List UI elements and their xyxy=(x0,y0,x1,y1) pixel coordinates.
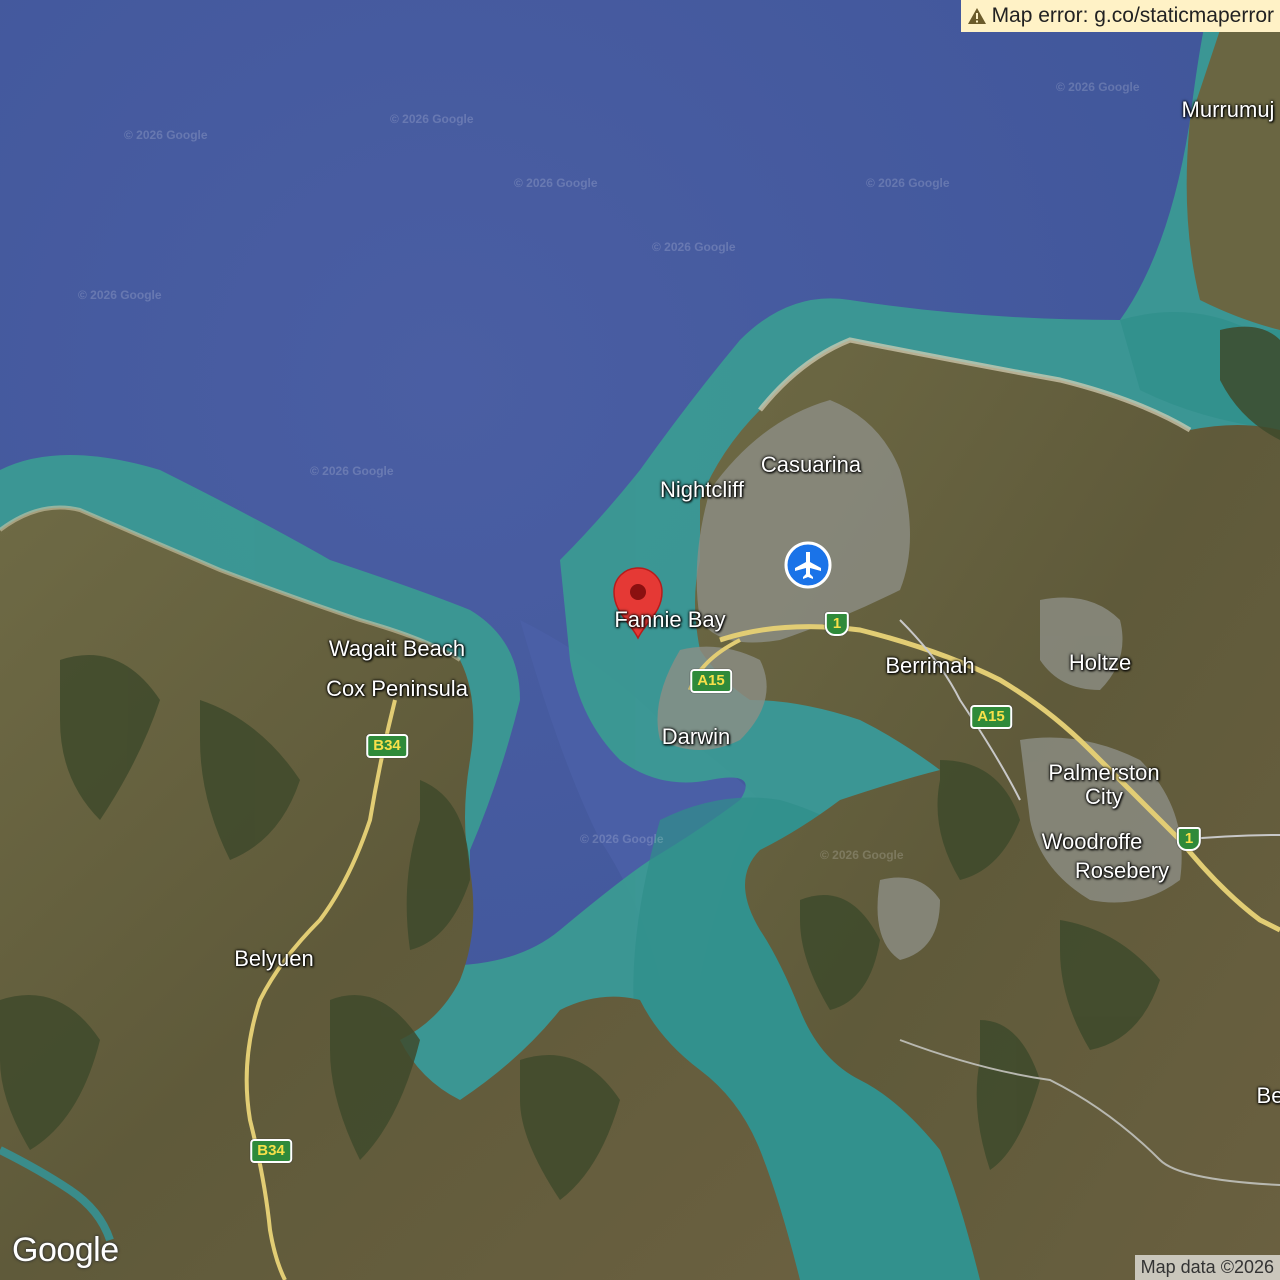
place-label-fannie-bay: Fannie Bay xyxy=(614,606,726,632)
place-label-holtze: Holtze xyxy=(1068,649,1132,675)
road-shield-b34: B34 xyxy=(366,734,408,758)
road-shield-b34: B34 xyxy=(250,1139,292,1163)
road-shield-a15: A15 xyxy=(970,705,1012,729)
place-label-darwin: Darwin xyxy=(661,723,731,749)
watermark: © 2026 Google xyxy=(310,464,394,478)
place-label-woodroffe: Woodroffe xyxy=(1041,828,1143,854)
watermark: © 2026 Google xyxy=(124,128,208,142)
place-label-cox-peninsula: Cox Peninsula xyxy=(326,675,468,701)
watermark: © 2026 Google xyxy=(820,848,904,862)
watermark: © 2026 Google xyxy=(652,240,736,254)
watermark: © 2026 Google xyxy=(514,176,598,190)
road-shield-national-1: 1 xyxy=(824,612,850,636)
airport-icon[interactable] xyxy=(784,541,832,589)
map-attribution[interactable]: Map data ©2026 xyxy=(1134,1255,1280,1280)
place-label-casuarina: Casuarina xyxy=(760,451,862,477)
place-label-berrimah: Berrimah xyxy=(885,652,975,678)
google-logo: Google xyxy=(12,1231,119,1269)
map-error-banner[interactable]: Map error: g.co/staticmaperror xyxy=(960,0,1280,32)
warning-icon xyxy=(967,8,986,24)
place-label-nightcliff: Nightcliff xyxy=(660,476,744,502)
place-label-be: Be xyxy=(1256,1082,1280,1108)
watermark: © 2026 Google xyxy=(866,176,950,190)
place-label-belyuen: Belyuen xyxy=(234,945,314,971)
place-label-wagait-beach: Wagait Beach xyxy=(328,635,466,661)
map-error-text[interactable]: Map error: g.co/staticmaperror xyxy=(992,0,1274,32)
watermark: © 2026 Google xyxy=(1056,80,1140,94)
watermark: © 2026 Google xyxy=(78,288,162,302)
watermark: © 2026 Google xyxy=(390,112,474,126)
place-label-murrumujuk: Murrumuj xyxy=(1181,96,1275,122)
road-shield-national-1: 1 xyxy=(1176,827,1202,851)
place-label-palmerston-city: Palmerston City xyxy=(1048,759,1160,809)
satellite-map[interactable] xyxy=(0,0,1280,1280)
place-label-rosebery: Rosebery xyxy=(1074,857,1170,883)
road-shield-a15: A15 xyxy=(690,669,732,693)
watermark: © 2026 Google xyxy=(580,832,664,846)
